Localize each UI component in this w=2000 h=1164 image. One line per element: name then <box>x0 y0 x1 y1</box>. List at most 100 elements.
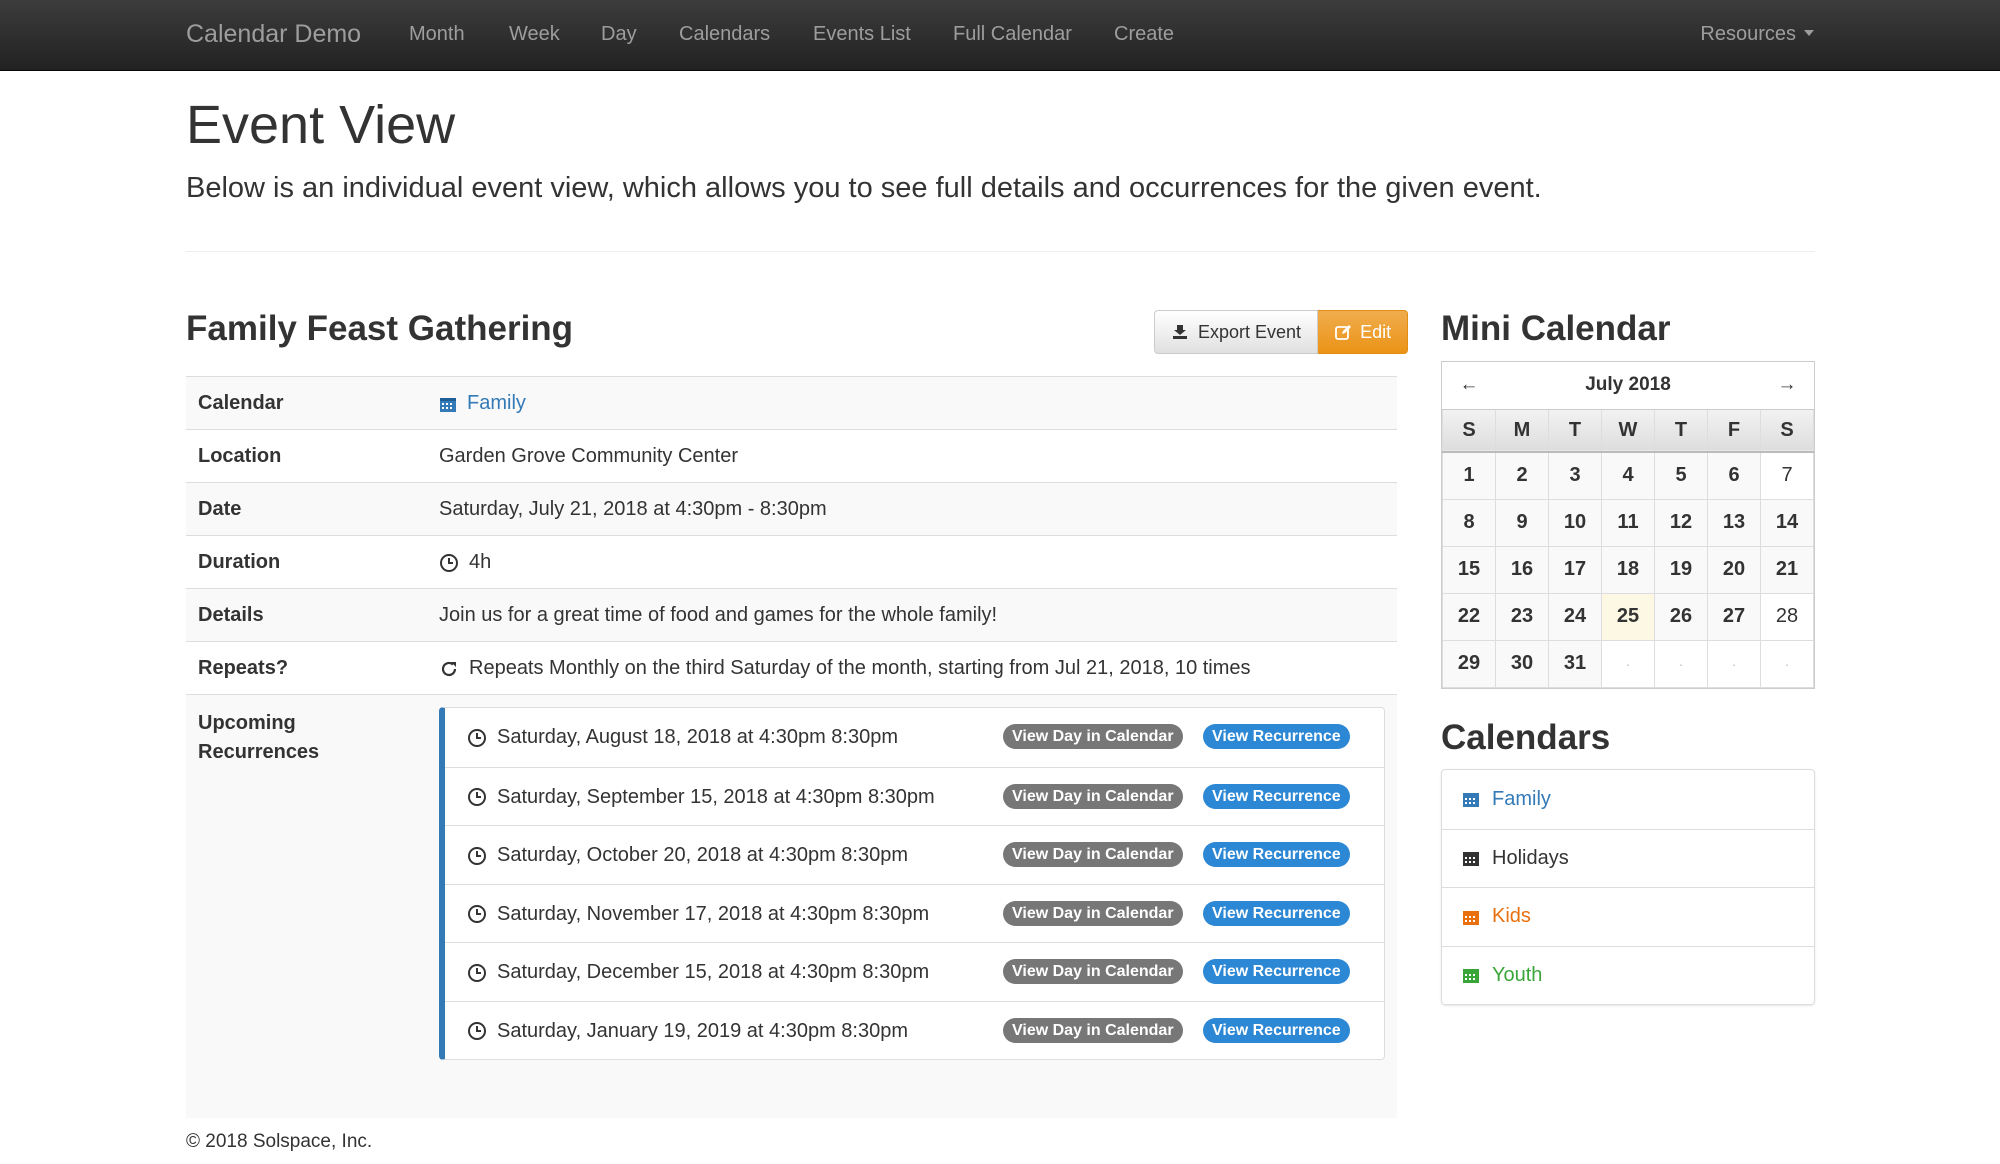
calendar-day-today[interactable]: 25 <box>1601 592 1655 641</box>
refresh-icon <box>439 659 459 679</box>
view-day-button[interactable]: View Day in Calendar <box>1003 959 1183 984</box>
nav-month[interactable]: Month <box>409 23 465 46</box>
view-recurrence-button[interactable]: View Recurrence <box>1203 1017 1350 1043</box>
view-recurrence-button[interactable]: View Recurrence <box>1203 959 1350 984</box>
calendar-link[interactable]: Family <box>467 392 526 415</box>
calendar-day[interactable]: 2 <box>1495 451 1549 500</box>
next-month-button[interactable]: → <box>1760 362 1814 410</box>
calendar-icon <box>439 395 457 413</box>
calendar-day[interactable]: 6 <box>1707 451 1761 500</box>
calendar-day[interactable]: 31 <box>1548 639 1602 688</box>
row-duration: Duration 4h <box>186 535 1397 588</box>
repeats-value: Repeats Monthly on the third Saturday of… <box>439 657 1251 680</box>
calendar-day[interactable]: 4 <box>1601 451 1655 500</box>
event-actions: Export Event Edit <box>1154 310 1409 354</box>
view-recurrence-button[interactable]: View Recurrence <box>1203 783 1350 809</box>
nav-full-calendar[interactable]: Full Calendar <box>953 23 1072 46</box>
mini-calendar-month: July 2018 <box>1495 362 1761 410</box>
calendar-day[interactable]: 14 <box>1760 498 1814 547</box>
calendar-item-kids[interactable]: Kids <box>1442 887 1814 946</box>
list-item: Saturday, August 18, 2018 at 4:30pm 8:30… <box>445 708 1384 767</box>
mini-calendar-title: Mini Calendar <box>1441 309 1671 348</box>
event-title: Family Feast Gathering <box>186 309 574 348</box>
calendar-day[interactable]: 22 <box>1442 592 1496 641</box>
calendar-day[interactable]: 8 <box>1442 498 1496 547</box>
calendar-item-label: Youth <box>1492 963 1543 986</box>
calendar-day[interactable]: 24 <box>1548 592 1602 641</box>
view-day-button[interactable]: View Day in Calendar <box>1003 724 1183 749</box>
edit-label: Edit <box>1360 321 1392 342</box>
calendar-day-empty: · <box>1707 639 1761 688</box>
weekday-header: T <box>1654 408 1708 453</box>
view-recurrence-button[interactable]: View Recurrence <box>1203 842 1350 867</box>
calendar-item-youth[interactable]: Youth <box>1442 945 1814 1005</box>
calendar-day[interactable]: 5 <box>1654 451 1708 500</box>
view-day-button[interactable]: View Day in Calendar <box>1003 1017 1183 1043</box>
recurrence-date: Saturday, January 19, 2019 at 4:30pm 8:3… <box>467 1020 908 1043</box>
resources-dropdown[interactable]: Resources <box>1700 23 1814 46</box>
recurrence-date-text: Saturday, January 19, 2019 at 4:30pm 8:3… <box>497 1019 909 1042</box>
view-day-button[interactable]: View Day in Calendar <box>1003 900 1183 926</box>
calendar-day[interactable]: 19 <box>1654 545 1708 594</box>
date-value: Saturday, July 21, 2018 at 4:30pm - 8:30… <box>439 498 827 520</box>
list-item: Saturday, September 15, 2018 at 4:30pm 8… <box>445 766 1384 826</box>
calendar-day[interactable]: 1 <box>1442 451 1496 500</box>
brand-link[interactable]: Calendar Demo <box>186 20 361 49</box>
event-details-table: Calendar Family Location Garden Grove Co… <box>186 376 1397 1118</box>
calendar-day[interactable]: 16 <box>1495 545 1549 594</box>
prev-month-button[interactable]: ← <box>1442 362 1496 410</box>
list-item: Saturday, November 17, 2018 at 4:30pm 8:… <box>445 883 1384 943</box>
edit-button[interactable]: Edit <box>1318 310 1409 354</box>
nav-create[interactable]: Create <box>1114 23 1174 46</box>
calendar-day[interactable]: 7 <box>1760 451 1814 500</box>
clock-icon <box>467 787 487 807</box>
calendar-day[interactable]: 27 <box>1707 592 1761 641</box>
calendar-day[interactable]: 28 <box>1760 592 1814 641</box>
calendar-day[interactable]: 18 <box>1601 545 1655 594</box>
page-lead: Below is an individual event view, which… <box>186 172 1542 204</box>
mini-calendar: ← July 2018 → S M T W T F S 1 2 3 4 5 6 … <box>1441 361 1815 689</box>
calendar-day[interactable]: 26 <box>1654 592 1708 641</box>
calendar-day[interactable]: 11 <box>1601 498 1655 547</box>
recurrence-date: Saturday, November 17, 2018 at 4:30pm 8:… <box>467 903 929 926</box>
export-event-button[interactable]: Export Event <box>1154 310 1319 354</box>
calendar-label: Calendar <box>198 392 284 414</box>
weekday-header: S <box>1760 408 1814 453</box>
nav-week[interactable]: Week <box>509 23 560 46</box>
view-recurrence-button[interactable]: View Recurrence <box>1203 900 1350 926</box>
calendar-item-label: Family <box>1492 787 1551 810</box>
calendar-day[interactable]: 13 <box>1707 498 1761 547</box>
calendar-day[interactable]: 21 <box>1760 545 1814 594</box>
view-recurrence-button[interactable]: View Recurrence <box>1203 724 1350 749</box>
clock-icon <box>467 1021 487 1041</box>
calendar-item-family[interactable]: Family <box>1442 770 1814 829</box>
calendar-day[interactable]: 12 <box>1654 498 1708 547</box>
calendar-icon <box>1462 790 1480 808</box>
nav-day[interactable]: Day <box>601 23 637 46</box>
clock-icon <box>467 963 487 983</box>
calendar-day[interactable]: 29 <box>1442 639 1496 688</box>
nav-events-list[interactable]: Events List <box>813 23 911 46</box>
calendar-day[interactable]: 23 <box>1495 592 1549 641</box>
calendar-day[interactable]: 10 <box>1548 498 1602 547</box>
calendar-day[interactable]: 3 <box>1548 451 1602 500</box>
recurrence-date: Saturday, August 18, 2018 at 4:30pm 8:30… <box>467 726 898 749</box>
row-upcoming-recurrences: Upcoming Recurrences Saturday, August 18,… <box>186 694 1397 1118</box>
divider <box>186 251 1815 252</box>
calendar-day[interactable]: 20 <box>1707 545 1761 594</box>
footer-copyright: © 2018 Solspace, Inc. <box>186 1131 373 1152</box>
view-day-button[interactable]: View Day in Calendar <box>1003 842 1183 867</box>
calendar-day[interactable]: 9 <box>1495 498 1549 547</box>
calendar-day[interactable]: 17 <box>1548 545 1602 594</box>
calendar-item-label: Holidays <box>1492 846 1569 869</box>
date-label: Date <box>198 498 242 520</box>
calendar-item-holidays[interactable]: Holidays <box>1442 828 1814 888</box>
calendar-item-label: Kids <box>1492 905 1531 928</box>
view-day-button[interactable]: View Day in Calendar <box>1003 783 1183 809</box>
calendar-day[interactable]: 15 <box>1442 545 1496 594</box>
row-date: Date Saturday, July 21, 2018 at 4:30pm -… <box>186 482 1397 535</box>
calendar-day-empty: · <box>1601 639 1655 688</box>
calendar-day-empty: · <box>1654 639 1708 688</box>
calendar-day[interactable]: 30 <box>1495 639 1549 688</box>
nav-calendars[interactable]: Calendars <box>679 23 770 46</box>
